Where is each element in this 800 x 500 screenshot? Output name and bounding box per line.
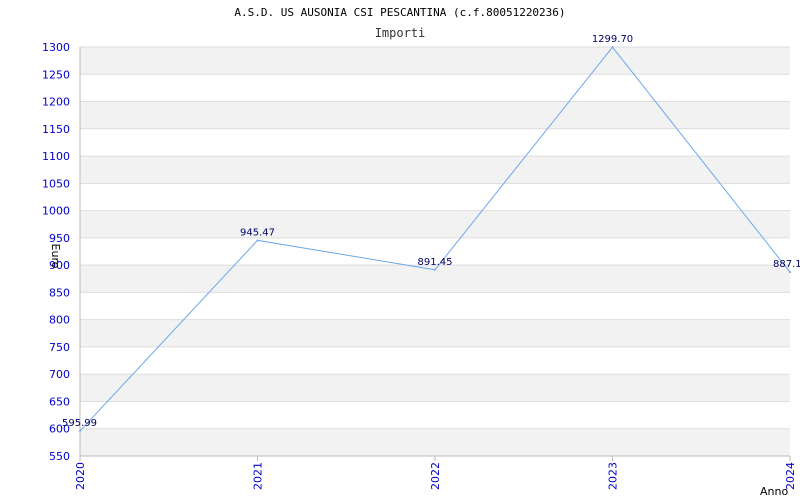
x-tick-label: 2023 [607, 462, 620, 490]
plot-band [80, 428, 790, 456]
y-tick-label: 1050 [42, 177, 70, 190]
chart-title: A.S.D. US AUSONIA CSI PESCANTINA (c.f.80… [234, 6, 565, 19]
chart-container: A.S.D. US AUSONIA CSI PESCANTINA (c.f.80… [0, 0, 800, 500]
data-point [789, 271, 791, 274]
y-tick-label: 750 [49, 341, 70, 354]
y-tick-label: 700 [49, 368, 70, 381]
plot-band [80, 156, 790, 184]
plot-band [80, 210, 790, 238]
data-point [256, 239, 259, 242]
plot-band [80, 374, 790, 402]
data-point [434, 268, 436, 271]
y-tick-label: 1200 [42, 96, 70, 109]
data-point [79, 429, 81, 432]
x-axis-label: Anno [760, 485, 788, 498]
y-tick-label: 1250 [42, 68, 70, 81]
y-tick-label: 800 [49, 314, 70, 327]
data-label: 1299.70 [592, 34, 633, 45]
x-tick-label: 2021 [252, 462, 265, 490]
data-label: 887.1 [773, 259, 800, 270]
x-tick-label: 2020 [74, 462, 87, 490]
x-tick-label: 2022 [429, 462, 442, 490]
plot-bands [80, 47, 790, 456]
plot-band [80, 47, 790, 75]
chart-subtitle: Importi [375, 26, 426, 40]
y-tick-label: 1100 [42, 150, 70, 163]
y-tick-label: 850 [49, 286, 70, 299]
y-tick-label: 550 [49, 450, 70, 463]
plot-band [80, 319, 790, 347]
line-chart: A.S.D. US AUSONIA CSI PESCANTINA (c.f.80… [42, 6, 800, 498]
y-tick-label: 650 [49, 395, 70, 408]
data-label: 945.47 [240, 227, 275, 238]
y-axis-label: Euro [49, 244, 62, 269]
data-label: 891.45 [418, 257, 453, 268]
y-tick-label: 1150 [42, 123, 70, 136]
x-tick-labels: 2020 2021 2022 2023 2024 [74, 456, 797, 490]
plot-band [80, 101, 790, 129]
y-tick-label: 1300 [42, 41, 70, 54]
data-label: 595.99 [62, 418, 97, 429]
data-point [611, 46, 614, 49]
y-tick-label: 1000 [42, 205, 70, 218]
